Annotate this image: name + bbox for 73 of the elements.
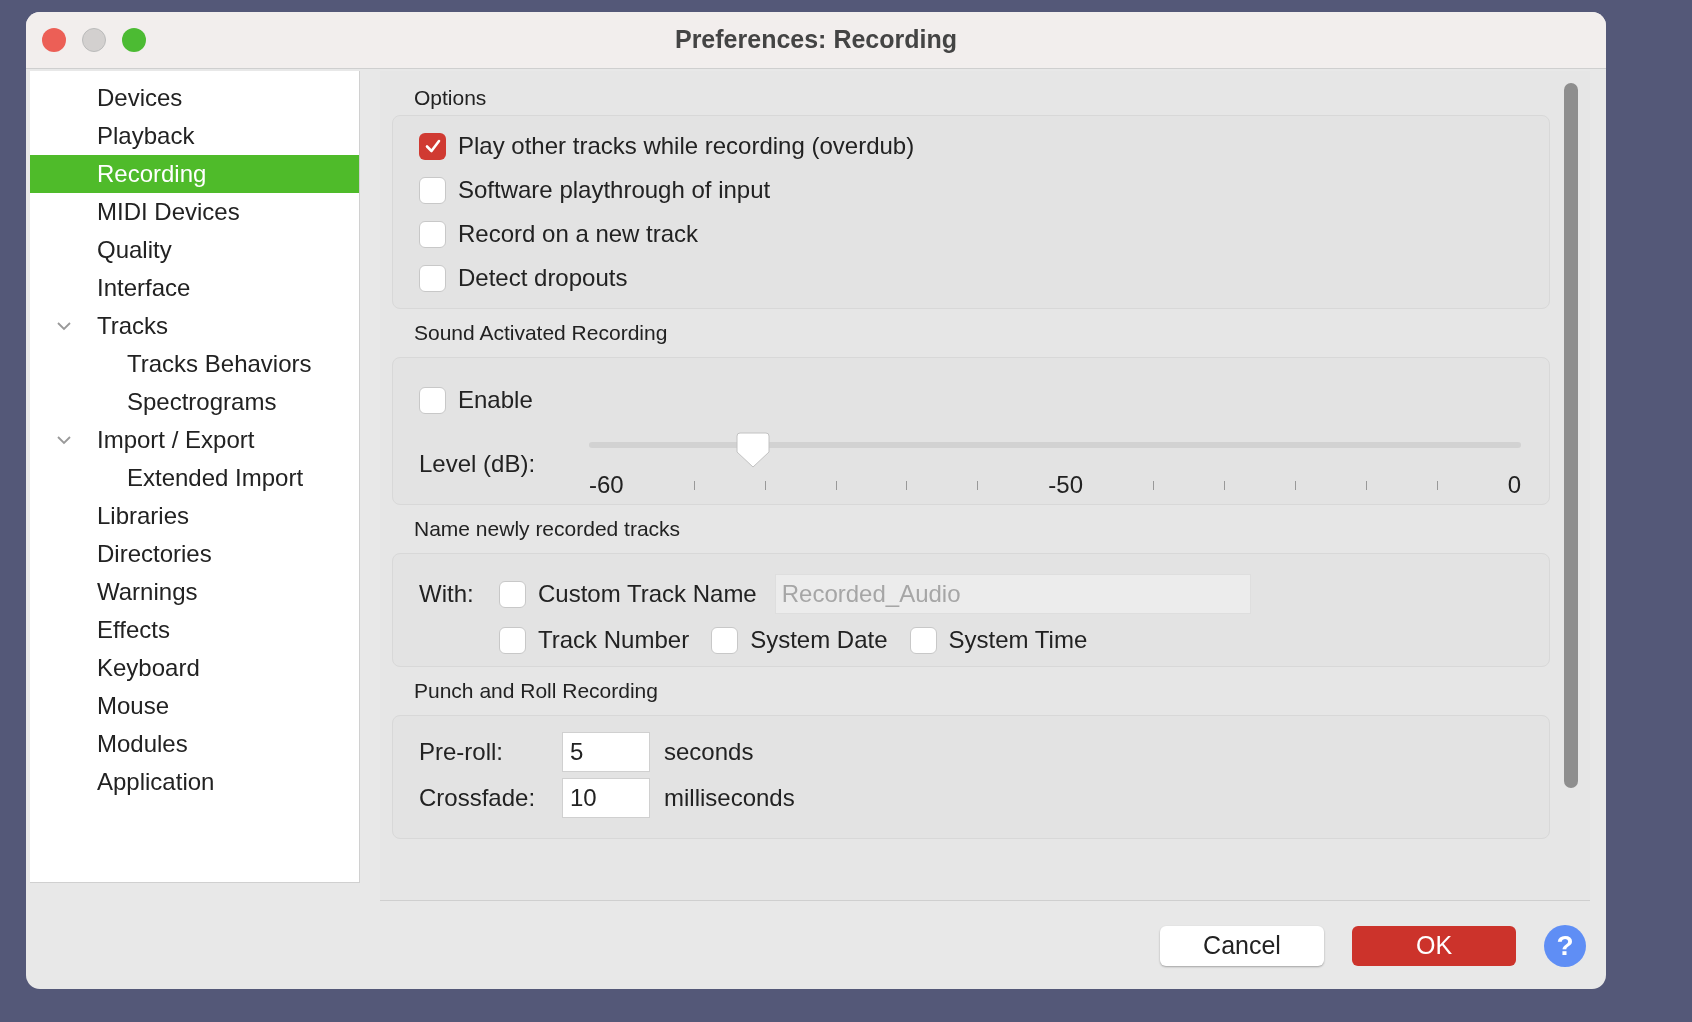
sidebar-item[interactable]: Tracks Behaviors [30,345,359,383]
checkbox[interactable] [499,580,526,608]
checkmark-icon [423,137,442,155]
tick-mark [906,480,908,490]
checkbox-label: System Date [750,626,888,654]
scrollbar[interactable] [1564,83,1578,788]
tick-mark [1152,480,1154,490]
tick-mark [977,480,979,490]
checkbox-label: Play other tracks while recording (overdub) [458,132,915,160]
zoom-icon[interactable] [122,28,146,52]
level-label: Level (dB): [419,449,537,479]
checkbox[interactable] [711,626,739,654]
sidebar-item[interactable]: Devices [30,79,359,117]
scale-label: -50 [1048,470,1083,500]
number-field[interactable]: 5 [562,732,650,772]
sidebar-item[interactable]: Libraries [30,497,359,535]
section-heading: Name newly recorded tracks [413,516,682,543]
checkbox[interactable] [419,176,446,204]
chevron-icon[interactable] [56,319,72,333]
tick-mark [1365,480,1367,490]
tick-mark [835,480,837,490]
tick-mark [764,480,766,490]
section-heading: Sound Activated Recording [413,320,669,347]
field-label: Crossfade: [419,783,537,813]
sidebar-item[interactable]: Effects [30,611,359,649]
scale-label: 0 [1507,470,1521,500]
sidebar-item[interactable]: Modules [30,725,359,763]
checkbox[interactable] [419,386,446,414]
sidebar-item[interactable]: Quality [30,231,359,269]
with-label: With: [419,579,475,609]
tick-mark [1294,480,1296,490]
checkbox[interactable] [419,132,446,160]
section-heading: Options [413,85,488,112]
tick-mark [693,480,695,490]
checkbox[interactable] [499,626,526,654]
scale-label: -60 [589,470,624,500]
sidebar-item[interactable]: Interface [30,269,359,307]
checkbox-label: Record on a new track [458,220,699,248]
checkbox[interactable] [909,626,937,654]
ok-button[interactable]: OK [1352,926,1516,966]
section-heading: Punch and Roll Recording [413,678,659,705]
close-icon[interactable] [42,28,66,52]
checkbox-label: System Time [948,626,1088,654]
checkbox[interactable] [419,220,446,248]
checkbox-label: Enable [458,386,533,414]
window-title: Preferences: Recording [674,24,957,56]
sidebar-item[interactable]: Mouse [30,687,359,725]
field-label: Pre-roll: [419,737,504,767]
checkbox-label: Software playthrough of input [458,176,771,204]
checkbox[interactable] [419,264,446,292]
sidebar-item[interactable]: MIDI Devices [30,193,359,231]
sidebar-item[interactable]: Warnings [30,573,359,611]
sidebar-item[interactable]: Extended Import [30,459,359,497]
sidebar-item[interactable]: Tracks [30,307,359,345]
minimize-icon[interactable] [82,28,106,52]
checkbox-label: Detect dropouts [458,264,628,292]
slider-track[interactable] [589,432,1521,468]
sidebar-item[interactable]: Import / Export [30,421,359,459]
unit-label: seconds [664,737,754,767]
sidebar-item[interactable]: Playback [30,117,359,155]
chevron-icon[interactable] [56,433,72,447]
checkbox-label: Custom Track Name [538,580,757,608]
tick-mark [1223,480,1225,490]
cancel-button[interactable]: Cancel [1160,926,1324,966]
tick-mark [1436,480,1438,490]
checkbox-label: Track Number [538,626,690,654]
unit-label: milliseconds [664,783,795,813]
sidebar-item[interactable]: Keyboard [30,649,359,687]
number-field[interactable]: 10 [562,778,650,818]
sidebar-item[interactable]: Directories [30,535,359,573]
sidebar-item[interactable]: Application [30,763,359,801]
sidebar-item[interactable]: Spectrograms [30,383,359,421]
slider-thumb[interactable] [736,432,771,468]
